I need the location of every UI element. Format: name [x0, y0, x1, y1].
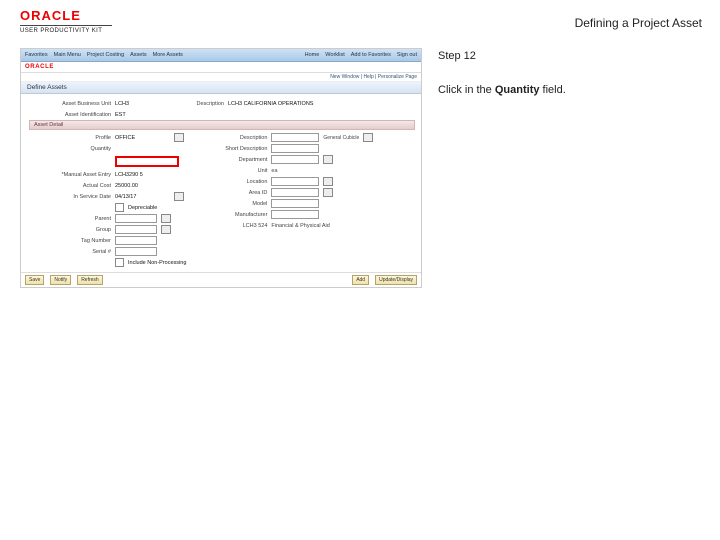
value: OFFICE — [115, 135, 170, 141]
save-button[interactable]: Save — [25, 275, 44, 285]
loc-input[interactable] — [271, 177, 319, 186]
update-button[interactable]: Update/Display — [375, 275, 417, 285]
dept-input[interactable] — [271, 155, 319, 164]
value: LCH3 — [115, 101, 170, 107]
logo-divider — [20, 25, 112, 26]
page-header: ORACLE USER PRODUCTIVITY KIT Defining a … — [0, 0, 720, 40]
area-input[interactable] — [271, 188, 319, 197]
lookup-icon[interactable] — [323, 188, 333, 197]
nav-link[interactable]: Sign out — [397, 52, 417, 58]
label: LCH3 524 — [212, 223, 267, 229]
lookup-icon[interactable] — [323, 155, 333, 164]
label: Profile — [29, 135, 111, 141]
label: Model — [212, 201, 267, 207]
lookup-icon[interactable] — [174, 133, 184, 142]
footer-bar: Save Notify Refresh Add Update/Display — [21, 272, 421, 287]
value: LCH3290 5 — [115, 172, 170, 178]
value: 04/13/17 — [115, 194, 170, 200]
model-input[interactable] — [271, 199, 319, 208]
refresh-button[interactable]: Refresh — [77, 275, 103, 285]
nav-item[interactable]: More Assets — [153, 52, 183, 58]
checkbox[interactable] — [115, 258, 124, 267]
label: Department — [212, 157, 267, 163]
window-links[interactable]: New Window | Help | Personalize Page — [21, 73, 421, 82]
section-asset-detail: Asset Detail — [29, 120, 415, 130]
label: Short Description — [212, 146, 267, 152]
parent-input[interactable] — [115, 214, 157, 223]
desc-input[interactable] — [271, 133, 319, 142]
label: Description — [174, 101, 224, 107]
form-columns: Profile OFFICE Quantity *Manual Asset En… — [29, 132, 415, 268]
nav-item[interactable]: Favorites — [25, 52, 48, 58]
label: Tag Number — [29, 238, 111, 244]
value: ea — [271, 168, 277, 174]
nav-item[interactable]: Assets — [130, 52, 147, 58]
label: Area ID — [212, 190, 267, 196]
value: General Cubicle — [323, 135, 359, 141]
label: Parent — [29, 216, 111, 222]
lookup-icon[interactable] — [363, 133, 373, 142]
value: 25000.00 — [115, 183, 170, 189]
nav-link[interactable]: Worklist — [325, 52, 344, 58]
page-title: Define Assets — [21, 82, 421, 94]
nav-right: Home Worklist Add to Favorites Sign out — [305, 52, 417, 58]
label: Manufacturer — [212, 212, 267, 218]
shortdesc-input[interactable] — [271, 144, 319, 153]
doc-title: Defining a Project Asset — [575, 8, 702, 30]
right-column: Description General Cubicle Short Descrip… — [212, 132, 373, 268]
nav-link[interactable]: Home — [305, 52, 320, 58]
value: Include Non-Processing — [128, 260, 186, 266]
row-bu: Asset Business Unit LCH3 Description LCH… — [29, 98, 415, 109]
label: *Manual Asset Entry — [29, 172, 111, 178]
add-button[interactable]: Add — [352, 275, 369, 285]
group-input[interactable] — [115, 225, 157, 234]
app-screenshot: Favorites Main Menu Project Costing Asse… — [20, 48, 422, 288]
value: Financial & Physical Aid — [271, 223, 329, 229]
nav-item[interactable]: Project Costing — [87, 52, 124, 58]
label: In Service Date — [29, 194, 111, 200]
nav-item[interactable]: Main Menu — [54, 52, 81, 58]
value: EST — [115, 112, 170, 118]
target-field: Quantity — [495, 84, 540, 96]
notify-button[interactable]: Notify — [50, 275, 71, 285]
mfr-input[interactable] — [271, 210, 319, 219]
lookup-icon[interactable] — [161, 225, 171, 234]
nav-link[interactable]: Add to Favorites — [351, 52, 391, 58]
calendar-icon[interactable] — [174, 192, 184, 201]
label: Group — [29, 227, 111, 233]
oracle-logo: ORACLE USER PRODUCTIVITY KIT — [20, 8, 112, 34]
lookup-icon[interactable] — [323, 177, 333, 186]
instruction-text: Click in the Quantity field. — [438, 84, 698, 96]
label: Quantity — [29, 146, 111, 152]
step-label: Step 12 — [438, 50, 698, 62]
text: Click in the — [438, 84, 495, 96]
body-row: Favorites Main Menu Project Costing Asse… — [0, 40, 720, 288]
label: Unit — [212, 168, 267, 174]
label: Actual Cost — [29, 183, 111, 189]
lookup-icon[interactable] — [161, 214, 171, 223]
left-column: Profile OFFICE Quantity *Manual Asset En… — [29, 132, 186, 268]
instruction-panel: Step 12 Click in the Quantity field. — [438, 48, 698, 96]
oracle-word: ORACLE — [20, 8, 112, 23]
app-brand-bar: ORACLE — [21, 62, 421, 73]
value: Depreciable — [128, 205, 183, 211]
label: Description — [212, 135, 267, 141]
upk-label: USER PRODUCTIVITY KIT — [20, 28, 112, 34]
row-assetid: Asset Identification EST — [29, 109, 415, 120]
serial-input[interactable] — [115, 247, 157, 256]
label: Asset Business Unit — [29, 101, 111, 107]
label: Location — [212, 179, 267, 185]
tag-input[interactable] — [115, 236, 157, 245]
quantity-input-highlight[interactable] — [115, 156, 179, 167]
value: LCH3 CALIFORNIA OPERATIONS — [228, 101, 313, 107]
checkbox[interactable] — [115, 203, 124, 212]
text: field. — [539, 84, 565, 96]
label: Serial # — [29, 249, 111, 255]
app-topnav: Favorites Main Menu Project Costing Asse… — [21, 49, 421, 62]
label: Asset Identification — [29, 112, 111, 118]
app-brand: ORACLE — [25, 64, 54, 70]
row-profile: Profile OFFICE — [29, 132, 186, 143]
row-quantity: Quantity — [29, 143, 186, 154]
form-area: Asset Business Unit LCH3 Description LCH… — [21, 94, 421, 272]
